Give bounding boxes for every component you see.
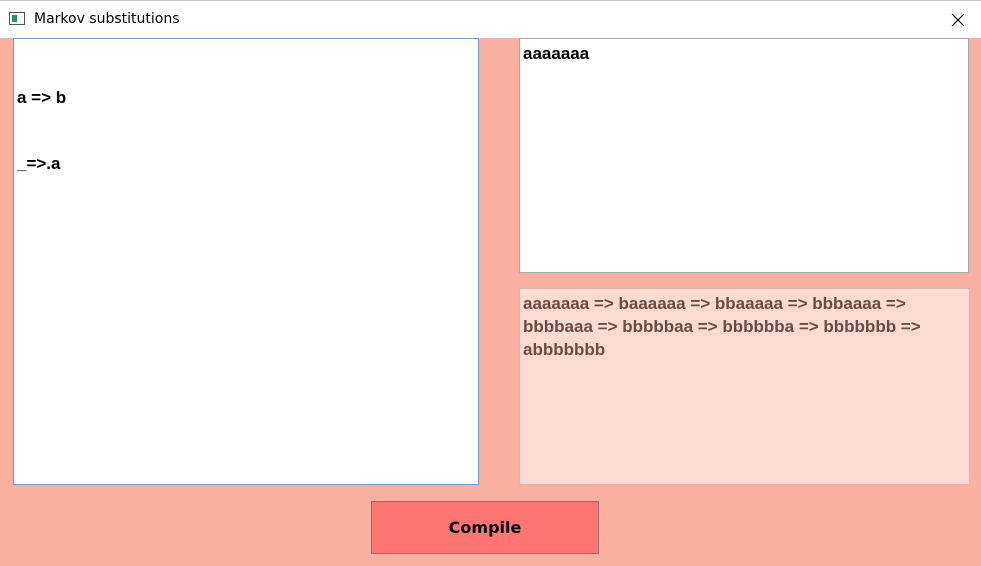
close-button[interactable] (935, 1, 981, 38)
rules-editor[interactable]: a => b _=>.a (13, 38, 479, 485)
rule-line: a => b (17, 88, 67, 107)
compile-button[interactable]: Compile (371, 501, 599, 554)
title-bar: Markov substitutions (0, 0, 981, 38)
close-icon (951, 13, 965, 27)
input-string-value: aaaaaaa (523, 44, 590, 63)
compile-button-label: Compile (448, 518, 522, 537)
main-window: Markov substitutions a => b _=>.a aaaaaa… (0, 0, 981, 566)
rule-line: _=>.a (17, 154, 61, 173)
input-string-field[interactable]: aaaaaaa (519, 38, 969, 273)
window-title: Markov substitutions (34, 11, 180, 27)
output-trace-text: aaaaaaa => baaaaaa => bbaaaaa => bbbaaaa… (523, 294, 921, 359)
output-trace-box: aaaaaaa => baaaaaa => bbaaaaa => bbbaaaa… (519, 288, 970, 485)
window-app-icon (9, 12, 25, 25)
